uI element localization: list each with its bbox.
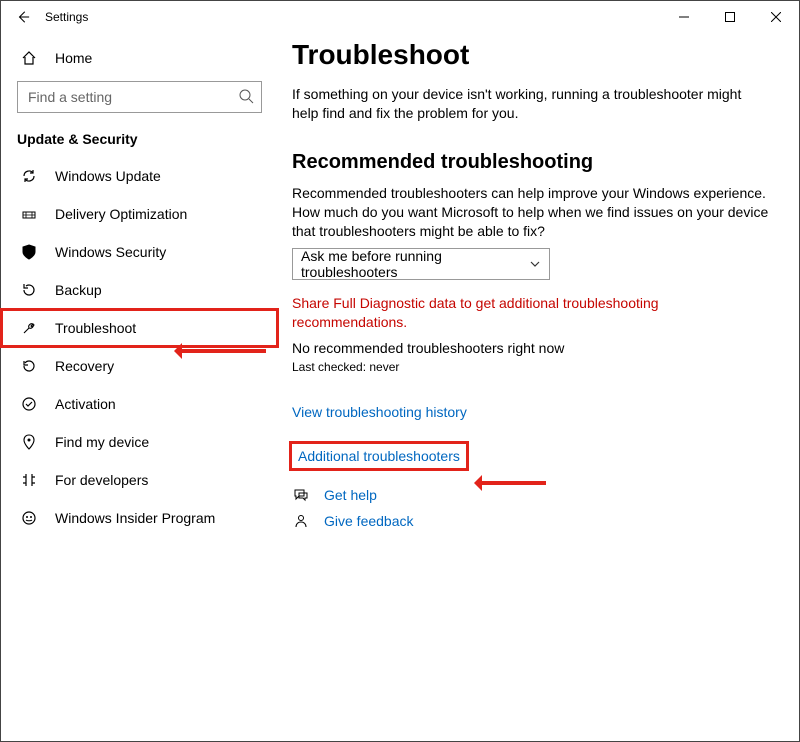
sidebar-item-label: Recovery	[55, 358, 114, 374]
sidebar-item-backup[interactable]: Backup	[1, 271, 278, 309]
sidebar-item-windows-security[interactable]: Windows Security	[1, 233, 278, 271]
feedback-icon	[292, 512, 310, 530]
troubleshoot-preference-combo[interactable]: Ask me before running troubleshooters	[292, 248, 550, 280]
recovery-icon	[19, 356, 39, 376]
search-icon	[238, 88, 254, 104]
combo-value: Ask me before running troubleshooters	[301, 248, 529, 280]
window-controls	[661, 1, 799, 33]
sidebar-home[interactable]: Home	[1, 39, 278, 77]
sidebar-item-windows-insider[interactable]: Windows Insider Program	[1, 499, 278, 537]
sidebar-item-windows-update[interactable]: Windows Update	[1, 157, 278, 195]
chevron-down-icon	[529, 258, 541, 270]
back-button[interactable]	[9, 3, 37, 31]
annotation-arrow	[176, 349, 266, 353]
annotation-arrow	[476, 481, 546, 485]
search-wrap	[17, 81, 262, 113]
get-help-link[interactable]: Get help	[324, 487, 377, 503]
titlebar: Settings	[1, 1, 799, 33]
maximize-button[interactable]	[707, 1, 753, 33]
page-intro: If something on your device isn't workin…	[292, 85, 769, 123]
sidebar-item-label: Windows Insider Program	[55, 510, 215, 526]
sync-icon	[19, 166, 39, 186]
shield-icon	[19, 242, 39, 262]
sidebar-item-label: Activation	[55, 396, 116, 412]
sidebar-category-header: Update & Security	[1, 123, 278, 157]
additional-troubleshooters-link[interactable]: Additional troubleshooters	[292, 444, 466, 468]
diagnostic-warning: Share Full Diagnostic data to get additi…	[292, 294, 769, 332]
sidebar-item-label: Windows Security	[55, 244, 166, 260]
recommended-title: Recommended troubleshooting	[292, 151, 769, 174]
sidebar-item-find-my-device[interactable]: Find my device	[1, 423, 278, 461]
check-circle-icon	[19, 394, 39, 414]
sidebar-home-label: Home	[55, 50, 92, 66]
window-title: Settings	[45, 10, 88, 24]
delivery-icon	[19, 204, 39, 224]
sidebar: Home Update & Security Windows Update De…	[1, 33, 278, 741]
no-troubleshooters-text: No recommended troubleshooters right now	[292, 340, 769, 356]
close-button[interactable]	[753, 1, 799, 33]
insider-icon	[19, 508, 39, 528]
sidebar-item-label: Troubleshoot	[55, 320, 136, 336]
minimize-button[interactable]	[661, 1, 707, 33]
sidebar-item-activation[interactable]: Activation	[1, 385, 278, 423]
home-icon	[19, 48, 39, 68]
sidebar-item-label: Find my device	[55, 434, 149, 450]
view-history-link[interactable]: View troubleshooting history	[292, 404, 467, 420]
page-title: Troubleshoot	[292, 39, 769, 71]
sidebar-item-delivery-optimization[interactable]: Delivery Optimization	[1, 195, 278, 233]
search-input[interactable]	[17, 81, 262, 113]
developers-icon	[19, 470, 39, 490]
give-feedback-link[interactable]: Give feedback	[324, 513, 414, 529]
sidebar-item-for-developers[interactable]: For developers	[1, 461, 278, 499]
sidebar-item-label: Delivery Optimization	[55, 206, 187, 222]
wrench-icon	[19, 318, 39, 338]
location-icon	[19, 432, 39, 452]
sidebar-item-label: Backup	[55, 282, 102, 298]
sidebar-item-label: For developers	[55, 472, 148, 488]
sidebar-item-label: Windows Update	[55, 168, 161, 184]
main-panel: Troubleshoot If something on your device…	[278, 33, 799, 741]
backup-icon	[19, 280, 39, 300]
chat-icon	[292, 486, 310, 504]
recommended-desc: Recommended troubleshooters can help imp…	[292, 184, 769, 241]
last-checked-text: Last checked: never	[292, 360, 769, 374]
sidebar-item-troubleshoot[interactable]: Troubleshoot	[1, 309, 278, 347]
